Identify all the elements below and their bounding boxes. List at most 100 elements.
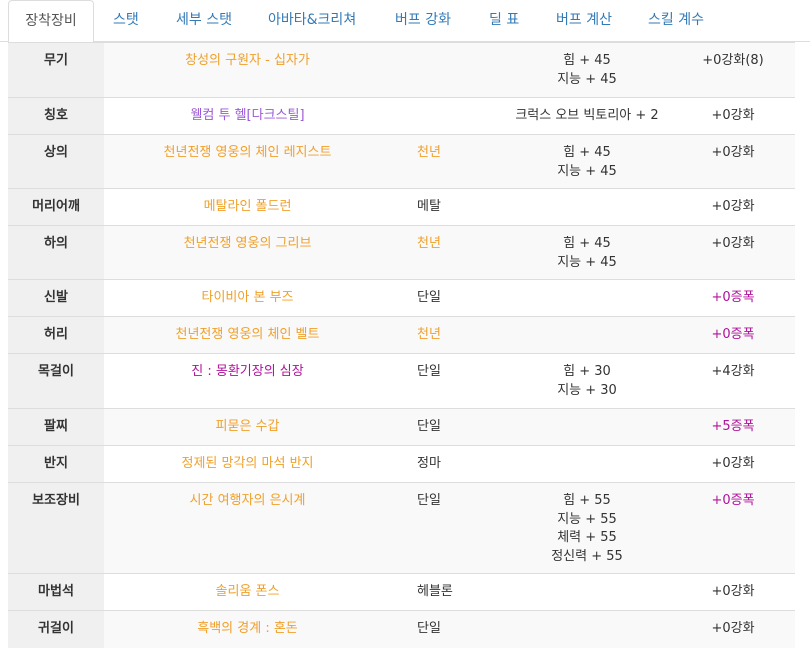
item-stats: 힘 + 45 지능 + 45 bbox=[503, 42, 671, 98]
stat-line: 지능 + 45 bbox=[557, 163, 617, 179]
set-name bbox=[391, 97, 503, 135]
equipment-row: 마법석 솔리움 폰스 헤블론 +0강화 bbox=[8, 573, 795, 611]
stat-line: 힘 + 55 bbox=[563, 493, 611, 508]
item-stats bbox=[503, 610, 671, 648]
tab-stats[interactable]: 스탯 bbox=[113, 0, 139, 42]
enhance-level: +0증폭 bbox=[671, 316, 795, 354]
enhance-level: +5증폭 bbox=[671, 408, 795, 446]
enhance-level: +0강화 bbox=[671, 610, 795, 648]
item-name: 피묻은 수갑 bbox=[104, 408, 391, 446]
set-name: 단일 bbox=[391, 279, 503, 317]
stat-line: 지능 + 45 bbox=[557, 254, 617, 270]
item-name: 메탈라인 폴드런 bbox=[104, 188, 391, 226]
item-name: 창성의 구원자 - 십자가 bbox=[104, 42, 391, 98]
enhance-level: +0강화 bbox=[671, 134, 795, 189]
stat-line: 지능 + 45 bbox=[557, 71, 617, 87]
slot-label: 목걸이 bbox=[8, 353, 104, 409]
slot-label: 머리어깨 bbox=[8, 188, 104, 226]
set-name: 헤블론 bbox=[391, 573, 503, 611]
set-name: 단일 bbox=[391, 610, 503, 648]
enhance-level: +0강화(8) bbox=[671, 42, 795, 98]
tab-bar: 장착장비 스탯 세부 스탯 아바타&크리쳐 버프 강화 딜 표 버프 계산 스킬… bbox=[0, 0, 810, 43]
enhance-level: +0증폭 bbox=[671, 279, 795, 317]
item-name: 진 : 몽환기장의 심장 bbox=[104, 353, 391, 409]
set-name: 단일 bbox=[391, 408, 503, 446]
slot-label: 보조장비 bbox=[8, 482, 104, 574]
item-name: 시간 여행자의 은시계 bbox=[104, 482, 391, 574]
set-name: 단일 bbox=[391, 353, 503, 409]
enhance-level: +0강화 bbox=[671, 445, 795, 483]
tab-damage-table[interactable]: 딜 표 bbox=[489, 0, 519, 42]
slot-label: 하의 bbox=[8, 225, 104, 280]
tab-buff-enhance[interactable]: 버프 강화 bbox=[395, 0, 451, 42]
equipment-row: 반지 정제된 망각의 마석 반지 정마 +0강화 bbox=[8, 445, 795, 483]
item-name: 흑백의 경계 : 혼돈 bbox=[104, 610, 391, 648]
set-name bbox=[391, 42, 503, 98]
tab-equipment[interactable]: 장착장비 bbox=[8, 0, 94, 43]
stat-line: 지능 + 55 bbox=[557, 511, 617, 527]
enhance-level: +0강화 bbox=[671, 225, 795, 280]
equipment-row: 칭호 웰컴 투 헬[다크스틸] 크럭스 오브 빅토리아 + 2 +0강화 bbox=[8, 97, 795, 135]
set-name: 단일 bbox=[391, 482, 503, 574]
slot-label: 팔찌 bbox=[8, 408, 104, 446]
item-stats bbox=[503, 408, 671, 446]
tab-detail-stats[interactable]: 세부 스탯 bbox=[176, 0, 232, 42]
item-stats bbox=[503, 316, 671, 354]
stat-line: 힘 + 45 bbox=[563, 236, 611, 251]
enhance-level: +0강화 bbox=[671, 97, 795, 135]
tab-buff-calc[interactable]: 버프 계산 bbox=[556, 0, 612, 42]
stat-line: 힘 + 45 bbox=[563, 145, 611, 160]
item-stats: 힘 + 55 지능 + 55 체력 + 55 정신력 + 55 bbox=[503, 482, 671, 574]
equipment-row: 귀걸이 흑백의 경계 : 혼돈 단일 +0강화 bbox=[8, 610, 795, 648]
item-stats bbox=[503, 279, 671, 317]
item-stats bbox=[503, 445, 671, 483]
enhance-level: +4강화 bbox=[671, 353, 795, 409]
slot-label: 상의 bbox=[8, 134, 104, 189]
equipment-row: 허리 천년전쟁 영웅의 체인 벨트 천년 +0증폭 bbox=[8, 316, 795, 354]
slot-label: 마법석 bbox=[8, 573, 104, 611]
enhance-level: +0증폭 bbox=[671, 482, 795, 574]
stat-line: 체력 + 55 bbox=[557, 530, 617, 545]
equipment-row: 머리어깨 메탈라인 폴드런 메탈 +0강화 bbox=[8, 188, 795, 226]
slot-label: 칭호 bbox=[8, 97, 104, 135]
equipment-row: 신발 타이비아 본 부즈 단일 +0증폭 bbox=[8, 279, 795, 317]
stat-line: 힘 + 45 bbox=[563, 53, 611, 68]
stat-line: 지능 + 30 bbox=[557, 382, 617, 398]
tab-avatar-creature[interactable]: 아바타&크리쳐 bbox=[268, 0, 356, 42]
item-name: 웰컴 투 헬[다크스틸] bbox=[104, 97, 391, 135]
item-name: 천년전쟁 영웅의 그리브 bbox=[104, 225, 391, 280]
slot-label: 반지 bbox=[8, 445, 104, 483]
set-name: 천년 bbox=[391, 225, 503, 280]
stat-line: 크럭스 오브 빅토리아 + 2 bbox=[515, 108, 659, 123]
equipment-row: 보조장비 시간 여행자의 은시계 단일 힘 + 55 지능 + 55 체력 + 55 정신력… bbox=[8, 482, 795, 574]
stat-line: 힘 + 30 bbox=[563, 364, 611, 379]
enhance-level: +0강화 bbox=[671, 573, 795, 611]
stat-line: 정신력 + 55 bbox=[551, 548, 623, 564]
slot-label: 귀걸이 bbox=[8, 610, 104, 648]
equipment-row: 상의 천년전쟁 영웅의 체인 레지스트 천년 힘 + 45 지능 + 45 +0강화 bbox=[8, 134, 795, 189]
equipment-row: 목걸이 진 : 몽환기장의 심장 단일 힘 + 30 지능 + 30 +4강화 bbox=[8, 353, 795, 409]
set-name: 천년 bbox=[391, 134, 503, 189]
item-stats: 힘 + 30 지능 + 30 bbox=[503, 353, 671, 409]
item-name: 정제된 망각의 마석 반지 bbox=[104, 445, 391, 483]
equipment-row: 팔찌 피묻은 수갑 단일 +5증폭 bbox=[8, 408, 795, 446]
item-stats: 힘 + 45 지능 + 45 bbox=[503, 225, 671, 280]
set-name: 천년 bbox=[391, 316, 503, 354]
equipment-row: 무기 창성의 구원자 - 십자가 힘 + 45 지능 + 45 +0강화(8) bbox=[8, 42, 795, 98]
tab-skill-coefficient[interactable]: 스킬 계수 bbox=[648, 0, 704, 42]
slot-label: 허리 bbox=[8, 316, 104, 354]
set-name: 메탈 bbox=[391, 188, 503, 226]
slot-label: 신발 bbox=[8, 279, 104, 317]
equipment-row: 하의 천년전쟁 영웅의 그리브 천년 힘 + 45 지능 + 45 +0강화 bbox=[8, 225, 795, 280]
item-stats: 힘 + 45 지능 + 45 bbox=[503, 134, 671, 189]
enhance-level: +0강화 bbox=[671, 188, 795, 226]
item-name: 타이비아 본 부즈 bbox=[104, 279, 391, 317]
slot-label: 무기 bbox=[8, 42, 104, 98]
item-name: 솔리움 폰스 bbox=[104, 573, 391, 611]
item-name: 천년전쟁 영웅의 체인 벨트 bbox=[104, 316, 391, 354]
item-stats bbox=[503, 188, 671, 226]
item-name: 천년전쟁 영웅의 체인 레지스트 bbox=[104, 134, 391, 189]
item-stats bbox=[503, 573, 671, 611]
set-name: 정마 bbox=[391, 445, 503, 483]
equipment-table: 무기 창성의 구원자 - 십자가 힘 + 45 지능 + 45 +0강화(8) 칭호 웰컴 … bbox=[8, 42, 795, 648]
